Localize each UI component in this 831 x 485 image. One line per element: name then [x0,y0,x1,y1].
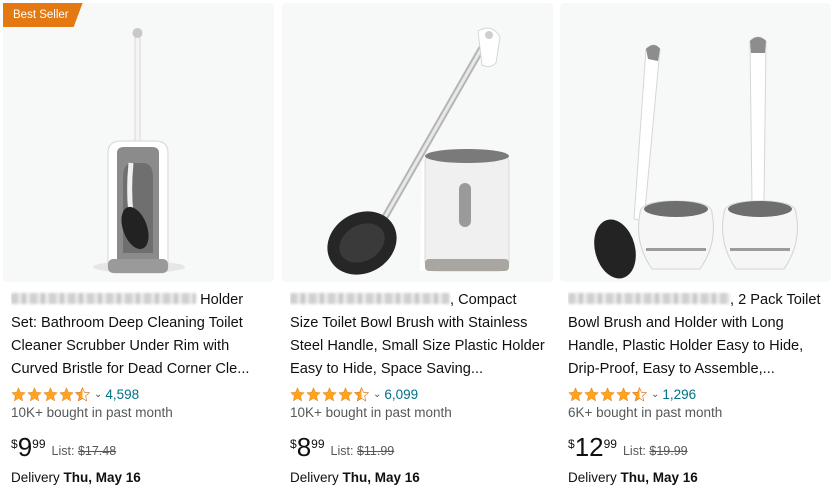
bought-count: 6K+ bought in past month [568,405,723,420]
delivery-date: Thu, May 16 [620,470,698,485]
price-fraction: 99 [311,437,325,451]
star-icon [43,386,58,401]
list-price: List: $11.99 [331,444,395,458]
list-price-value: $11.99 [356,444,395,458]
best-seller-badge: Best Seller [3,3,83,27]
star-icon [59,386,74,401]
redacted-brand [568,293,730,305]
star-icon [584,386,599,401]
list-price-value: $19.99 [649,444,688,458]
star-icon [306,386,321,401]
half-star-icon [632,386,647,401]
price-whole: 8 [296,432,312,462]
half-star-icon [75,386,90,401]
star-icon [322,386,337,401]
price-symbol: $ [11,437,18,451]
star-icon [290,386,305,401]
product-grid: Best Seller Holder Set: Bathroom Deep Cl… [0,0,831,485]
product-title[interactable]: , Compact Size Toilet Bowl Brush with St… [290,289,548,381]
bought-count: 10K+ bought in past month [11,405,173,420]
review-count[interactable]: 4,598 [105,387,139,402]
delivery-date: Thu, May 16 [63,470,141,485]
chevron-down-icon[interactable]: ⌄ [94,389,102,400]
product-title[interactable]: Holder Set: Bathroom Deep Cleaning Toile… [11,289,269,381]
star-icon [11,386,26,401]
price-symbol: $ [290,437,297,451]
toilet-brush-holder-image [93,28,185,274]
delivery-label: Delivery [568,470,617,485]
star-icon [27,386,42,401]
product-image[interactable] [560,3,831,282]
price: $ 8 99 List: $11.99 [290,434,394,464]
bought-count: 10K+ bought in past month [290,405,452,420]
star-icon [600,386,615,401]
price: $ 9 99 List: $17.48 [11,434,116,464]
toilet-brush-holder-image [594,36,798,279]
star-rating [11,386,91,402]
star-icon [338,386,353,401]
star-icon [568,386,583,401]
price-whole: 12 [574,432,604,462]
product-title[interactable]: , 2 Pack Toilet Bowl Brush and Holder wi… [568,289,826,381]
review-count[interactable]: 1,296 [662,387,696,402]
rating[interactable]: ⌄ 1,296 [568,385,696,403]
list-label: List: [330,444,354,458]
list-price: List: $19.99 [623,444,688,458]
chevron-down-icon[interactable]: ⌄ [651,389,659,400]
product-card[interactable]: , Compact Size Toilet Bowl Brush with St… [282,0,553,485]
rating[interactable]: ⌄ 6,099 [290,385,418,403]
price-symbol: $ [568,437,575,451]
chevron-down-icon[interactable]: ⌄ [373,389,381,400]
price-fraction: 99 [32,437,46,451]
rating[interactable]: ⌄ 4,598 [11,385,139,403]
list-price: List: $17.48 [52,444,117,458]
star-rating [568,386,648,402]
redacted-brand [290,293,450,305]
product-image[interactable] [282,3,553,282]
delivery-info: Delivery Thu, May 16 [568,470,698,485]
list-label: List: [51,444,75,458]
half-star-icon [354,386,369,401]
star-rating [290,386,370,402]
price-fraction: 99 [603,437,617,451]
price-whole: 9 [17,432,33,462]
delivery-label: Delivery [11,470,60,485]
delivery-info: Delivery Thu, May 16 [11,470,141,485]
toilet-brush-holder-image [327,27,510,275]
list-price-value: $17.48 [77,444,117,458]
redacted-brand [11,293,196,305]
review-count[interactable]: 6,099 [384,387,418,402]
product-card[interactable]: Best Seller Holder Set: Bathroom Deep Cl… [3,0,274,485]
star-icon [616,386,631,401]
product-card[interactable]: , 2 Pack Toilet Bowl Brush and Holder wi… [560,0,831,485]
delivery-info: Delivery Thu, May 16 [290,470,420,485]
list-label: List: [622,444,646,458]
delivery-label: Delivery [290,470,339,485]
product-image[interactable] [3,3,274,282]
delivery-date: Thu, May 16 [342,470,420,485]
price: $ 12 99 List: $19.99 [568,434,688,464]
